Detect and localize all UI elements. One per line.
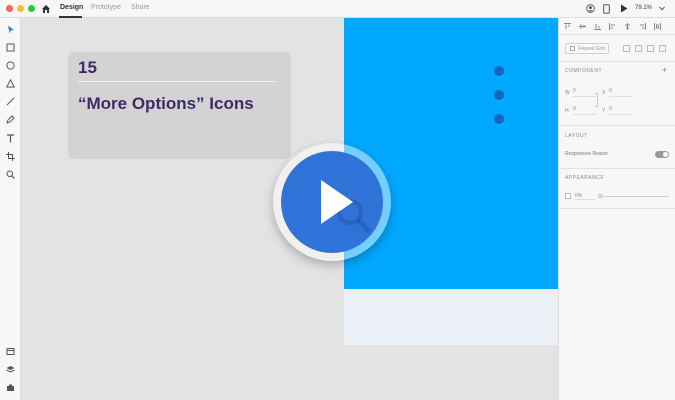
ellipse-icon[interactable] xyxy=(6,61,15,70)
width-label: W xyxy=(565,90,570,96)
chevron-down-icon[interactable] xyxy=(659,6,665,11)
appearance-section-title: APPEARANCE xyxy=(565,175,605,181)
line-icon[interactable] xyxy=(6,97,15,106)
align-left-icon[interactable] xyxy=(609,23,616,30)
play-preview-icon[interactable] xyxy=(620,4,628,13)
x-field[interactable]: 0 xyxy=(609,88,633,97)
distribute-icon[interactable] xyxy=(654,23,661,30)
property-inspector: Repeat Grid COMPONENT + W 0 H 0 X 0 Y 0 … xyxy=(558,18,675,400)
artboard[interactable] xyxy=(344,18,558,289)
align-bottom-icon[interactable] xyxy=(594,23,601,30)
opacity-slider[interactable] xyxy=(599,196,669,197)
boolean-intersect-icon[interactable] xyxy=(647,45,654,52)
tab-design[interactable]: Design xyxy=(60,4,83,11)
align-top-icon[interactable] xyxy=(564,23,571,30)
artboard-icon[interactable] xyxy=(6,152,15,161)
user-icon[interactable] xyxy=(586,4,595,13)
layers-icon[interactable] xyxy=(6,365,15,374)
design-canvas[interactable]: 15 “More Options” Icons xyxy=(21,18,558,400)
boolean-exclude-icon[interactable] xyxy=(659,45,666,52)
align-middle-icon[interactable] xyxy=(579,23,586,30)
height-field[interactable]: 0 xyxy=(573,106,597,115)
zoom-icon[interactable] xyxy=(6,170,15,179)
component-section-title: COMPONENT xyxy=(565,68,602,74)
video-play-button[interactable] xyxy=(273,143,391,261)
select-icon[interactable] xyxy=(6,25,15,34)
toggle-knob xyxy=(663,152,668,157)
minimize-window-button[interactable] xyxy=(17,5,24,12)
plugins-icon[interactable] xyxy=(6,383,15,392)
card-divider xyxy=(78,81,276,82)
boolean-add-icon[interactable] xyxy=(623,45,630,52)
layout-section-title: LAYOUT xyxy=(565,133,588,139)
device-preview-icon[interactable] xyxy=(603,4,610,14)
divider xyxy=(559,61,675,62)
x-label: X xyxy=(602,90,606,96)
lesson-number: 15 xyxy=(78,58,97,77)
repeat-grid-label: Repeat Grid xyxy=(578,46,605,52)
add-component-button[interactable]: + xyxy=(662,65,667,75)
pen-icon[interactable] xyxy=(6,115,15,124)
responsive-resize-label: Responsive Resize xyxy=(565,151,608,157)
opacity-field[interactable]: 0% xyxy=(575,193,595,200)
divider xyxy=(559,125,675,126)
lesson-card: 15 “More Options” Icons xyxy=(68,52,291,159)
more-options-dot[interactable] xyxy=(494,114,504,124)
height-label: H xyxy=(565,108,569,114)
triangle-icon[interactable] xyxy=(6,79,15,88)
opacity-slider-handle[interactable] xyxy=(598,194,602,198)
maximize-window-button[interactable] xyxy=(28,5,35,12)
repeat-grid-button[interactable]: Repeat Grid xyxy=(565,43,609,54)
align-toolbar xyxy=(559,18,675,35)
play-button-circle[interactable] xyxy=(281,151,383,253)
align-center-icon[interactable] xyxy=(624,23,631,30)
lock-aspect-icon[interactable] xyxy=(594,93,598,107)
zoom-level[interactable]: 79.1% xyxy=(635,5,652,11)
assets-icon[interactable] xyxy=(6,347,15,356)
top-bar: Design Prototype Share 79.1% xyxy=(0,0,675,18)
align-right-icon[interactable] xyxy=(639,23,646,30)
responsive-resize-toggle[interactable] xyxy=(655,151,669,158)
home-icon[interactable] xyxy=(41,4,51,14)
rectangle-icon[interactable] xyxy=(6,43,15,52)
tab-prototype[interactable]: Prototype xyxy=(91,4,121,11)
lesson-title: “More Options” Icons xyxy=(78,94,254,113)
divider xyxy=(559,168,675,169)
play-icon xyxy=(321,180,353,224)
artboard-footer[interactable] xyxy=(344,289,558,345)
close-window-button[interactable] xyxy=(6,5,13,12)
more-options-dot[interactable] xyxy=(494,90,504,100)
opacity-checkbox[interactable] xyxy=(565,193,571,199)
y-label: Y xyxy=(602,108,606,114)
more-options-dot[interactable] xyxy=(494,66,504,76)
boolean-subtract-icon[interactable] xyxy=(635,45,642,52)
left-toolbar xyxy=(0,18,21,400)
repeat-grid-icon xyxy=(570,46,575,51)
tab-share[interactable]: Share xyxy=(131,4,150,11)
text-icon[interactable] xyxy=(6,134,15,143)
y-field[interactable]: 0 xyxy=(609,106,633,115)
divider xyxy=(559,208,675,209)
